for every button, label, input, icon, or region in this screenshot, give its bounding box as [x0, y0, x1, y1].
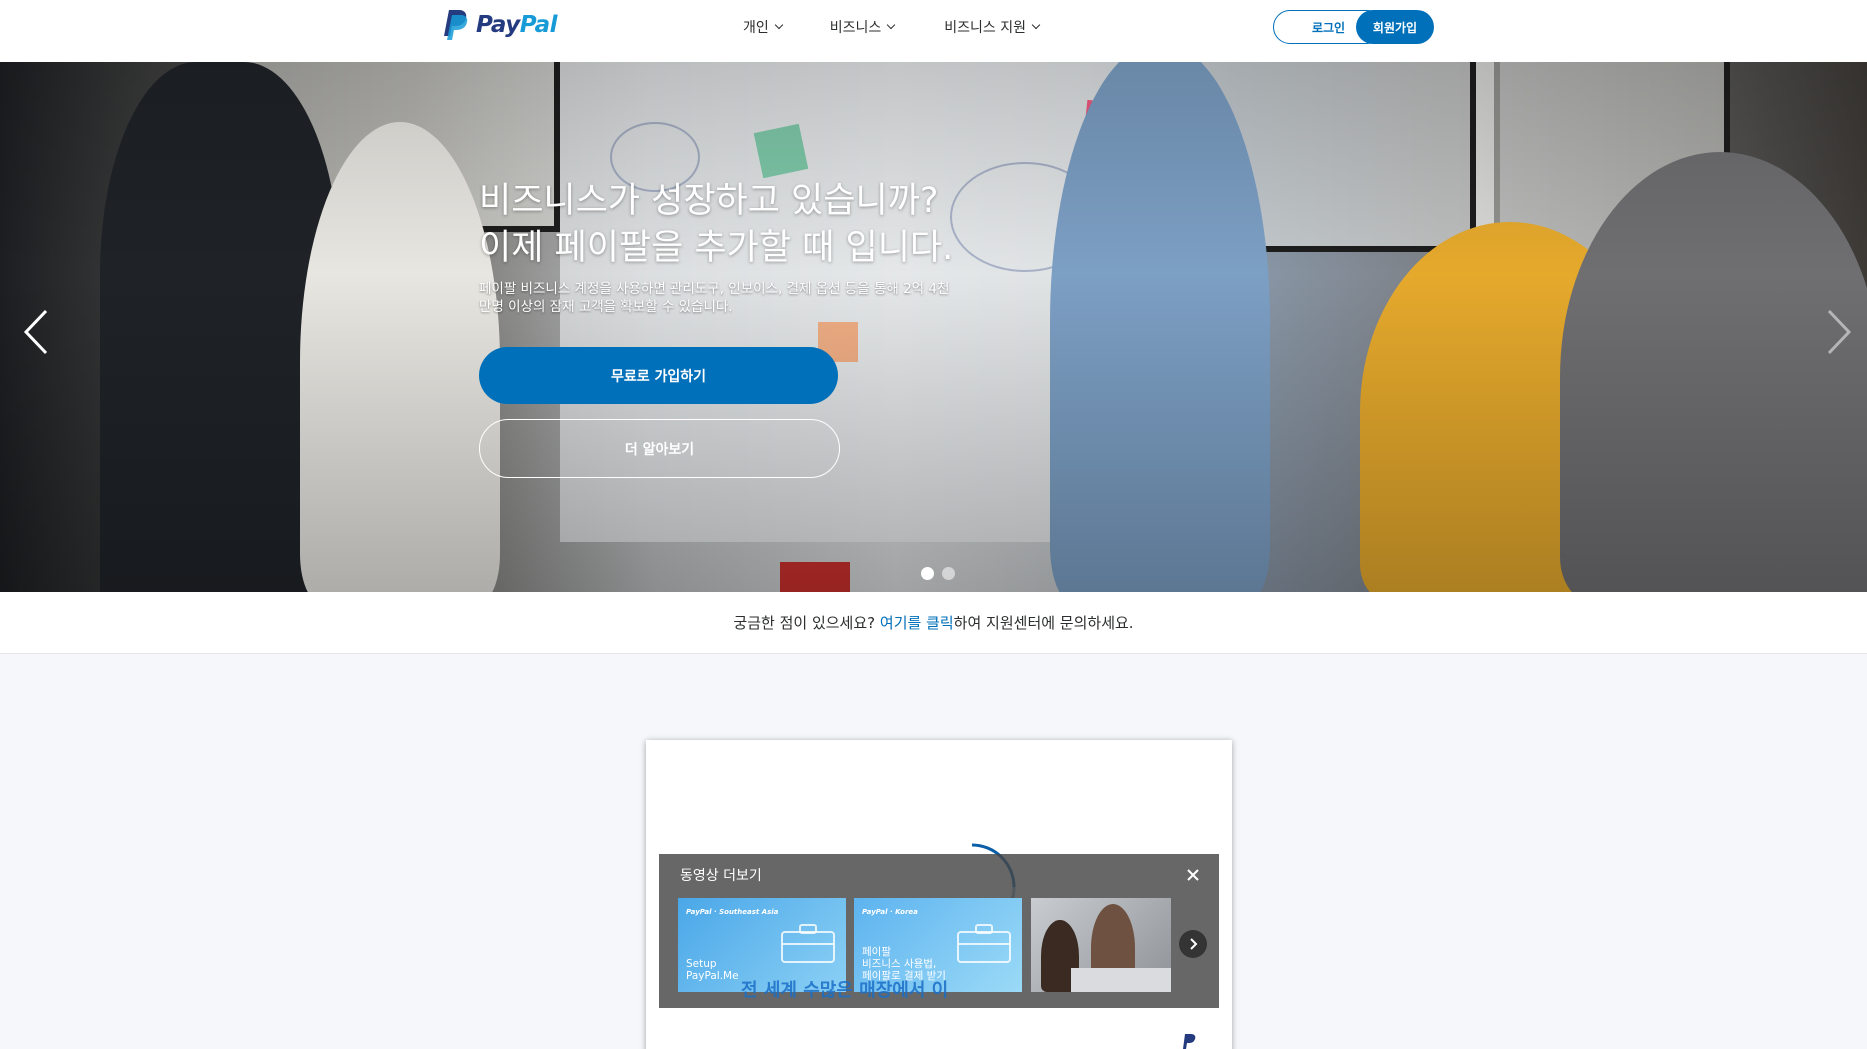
thumb-brand: PayPal · Southeast Asia: [686, 908, 779, 916]
video-overlay-text: 전 세계 수많은 매장에서 이: [741, 980, 949, 1001]
nav-personal[interactable]: 개인: [743, 17, 784, 37]
nav-business-label: 비즈니스: [829, 20, 882, 36]
help-center-link[interactable]: 여기를 클릭: [880, 612, 954, 633]
carousel-prev-icon[interactable]: [18, 307, 58, 357]
carousel-next-icon[interactable]: [1817, 307, 1857, 357]
thumb-caption-line: 페이팔: [862, 946, 891, 958]
help-text-suffix: 하여 지원센터에 문의하세요.: [953, 614, 1134, 632]
thumb-caption-line: Setup: [686, 958, 717, 970]
carousel-dot[interactable]: [942, 567, 955, 580]
main-nav: 개인 비즈니스 비즈니스 지원: [743, 17, 1087, 37]
nav-business-support[interactable]: 비즈니스 지원: [944, 17, 1041, 37]
paypal-logo[interactable]: PayPal: [442, 9, 558, 41]
nav-business-support-label: 비즈니스 지원: [944, 20, 1027, 36]
thumb-laptop: [1071, 968, 1171, 992]
paypal-mark-icon: [1183, 1034, 1196, 1049]
hero-title: 비즈니스가 성장하고 있습니까? 이제 페이팔을 추가할 때 입니다.: [479, 178, 1119, 272]
learn-more-button[interactable]: 더 알아보기: [479, 419, 840, 478]
thumbs-next-button[interactable]: [1179, 930, 1207, 958]
chevron-down-icon: [774, 20, 784, 30]
help-text-prefix: 궁금한 점이 있으세요?: [733, 614, 880, 632]
top-header: PayPal 개인 비즈니스 비즈니스 지원 로그인 회원가입: [0, 0, 1867, 62]
more-videos-title: 동영상 더보기: [680, 868, 762, 884]
thumb-brand: PayPal · Korea: [862, 908, 918, 916]
close-icon[interactable]: [1186, 868, 1200, 882]
hero-subtitle-line2: 만명 이상의 잠재 고객을 확보할 수 있습니다.: [479, 299, 733, 315]
help-strip: 궁금한 점이 있으세요? 여기를 클릭 하여 지원센터에 문의하세요.: [0, 592, 1867, 654]
chevron-down-icon: [887, 20, 896, 30]
paypal-wordmark: PayPal: [476, 12, 558, 38]
hero-subtitle: 페이팔 비즈니스 계정을 사용하면 관리도구, 인보이스, 결제 옵션 등을 통…: [479, 280, 1019, 316]
signup-free-button[interactable]: 무료로 가입하기: [479, 347, 838, 404]
hero-subtitle-line1: 페이팔 비즈니스 계정을 사용하면 관리도구, 인보이스, 결제 옵션 등을 통…: [479, 281, 950, 297]
hero-title-line1: 비즈니스가 성장하고 있습니까?: [479, 181, 939, 221]
video-thumbnail[interactable]: [1031, 898, 1171, 992]
video-player[interactable]: 동영상 더보기 PayPal · Southeast Asia Setup Pa…: [646, 740, 1232, 1049]
logo-text-pal: Pal: [519, 12, 558, 38]
nav-personal-label: 개인: [743, 20, 769, 36]
chevron-down-icon: [1031, 20, 1041, 30]
signup-button[interactable]: 회원가입: [1356, 10, 1434, 44]
nav-business[interactable]: 비즈니스: [829, 17, 896, 37]
logo-text-pay: Pay: [476, 12, 520, 38]
hero-title-line2: 이제 페이팔을 추가할 때 입니다.: [479, 228, 954, 268]
hero-overlay: [0, 62, 1867, 592]
hero-carousel: 비즈니스가 성장하고 있습니까? 이제 페이팔을 추가할 때 입니다. 페이팔 …: [0, 62, 1867, 592]
thumb-caption-line: PayPal.Me: [686, 970, 739, 982]
thumb-caption: Setup PayPal.Me: [686, 958, 739, 982]
briefcase-icon: [957, 924, 1011, 963]
paypal-logo-icon: [444, 10, 468, 40]
carousel-dot[interactable]: [921, 567, 934, 580]
briefcase-icon: [781, 924, 835, 963]
chevron-right-icon: [1190, 938, 1198, 950]
thumb-caption-line: 비즈니스 사용법,: [862, 958, 937, 970]
carousel-dots: [921, 567, 955, 580]
